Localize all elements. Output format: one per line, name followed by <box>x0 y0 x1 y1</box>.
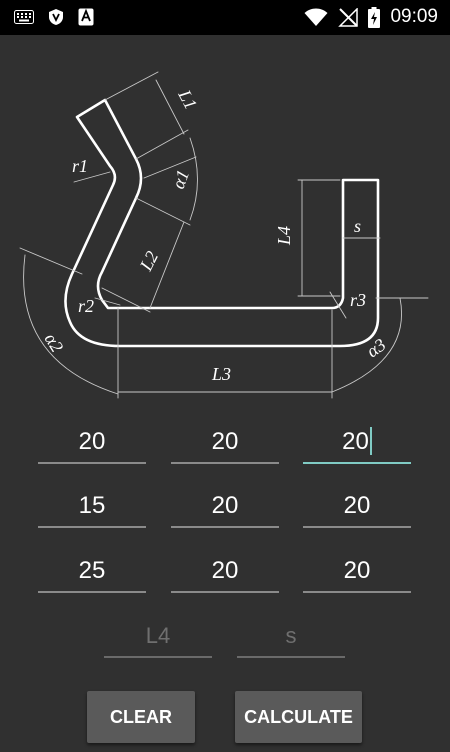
profile-outer-contour <box>64 98 380 348</box>
label-s: s <box>354 216 361 236</box>
input-r3c1[interactable]: 25 <box>38 553 146 593</box>
label-l3: L3 <box>211 364 231 384</box>
l4-input[interactable]: L4 <box>104 618 212 658</box>
input-r1c3[interactable]: 20 <box>303 424 411 464</box>
label-alpha1: α1 <box>168 167 193 191</box>
label-l2: L2 <box>135 248 162 275</box>
s-input[interactable]: s <box>237 618 345 658</box>
input-r1c3-value: 20 <box>342 428 369 455</box>
status-time: 09:09 <box>390 6 438 27</box>
label-l1: L1 <box>174 86 201 113</box>
calculate-button[interactable]: CALCULATE <box>235 691 362 743</box>
label-l4: L4 <box>274 226 294 246</box>
input-r3c3[interactable]: 20 <box>303 553 411 593</box>
text-cursor <box>369 426 372 455</box>
no-signal-icon <box>338 7 359 27</box>
label-alpha2: α2 <box>41 330 68 356</box>
status-bar: 09:09 <box>0 0 450 35</box>
input-r1c2[interactable]: 20 <box>171 424 279 464</box>
clear-button[interactable]: CLEAR <box>87 691 195 743</box>
a-icon <box>78 8 94 26</box>
label-r1: r1 <box>72 156 88 176</box>
input-r2c3[interactable]: 20 <box>303 488 411 528</box>
input-r2c1[interactable]: 15 <box>38 488 146 528</box>
label-r3: r3 <box>350 290 366 310</box>
label-r2: r2 <box>78 296 94 316</box>
shield-icon <box>49 9 63 25</box>
bent-pipe-diagram: L1 r1 α1 L2 r2 α2 L3 L4 s r3 α3 <box>19 71 429 399</box>
input-r1c1[interactable]: 20 <box>38 424 146 464</box>
input-r3c2[interactable]: 20 <box>171 553 279 593</box>
input-r2c2[interactable]: 20 <box>171 488 279 528</box>
keyboard-icon <box>14 10 34 24</box>
wifi-icon <box>304 8 328 26</box>
battery-charging-icon <box>368 6 381 28</box>
